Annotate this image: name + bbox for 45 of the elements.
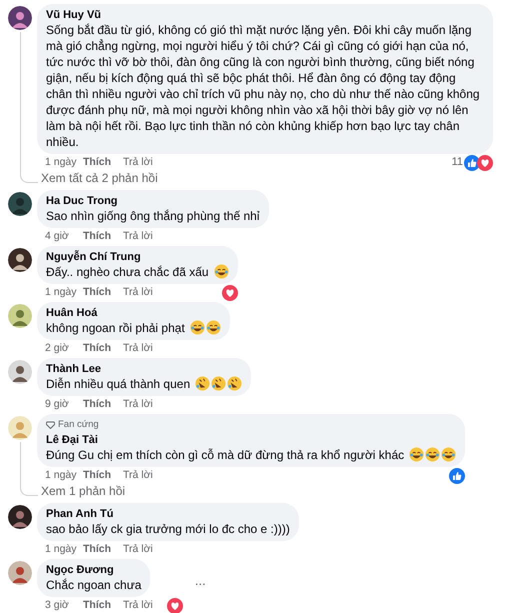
like-link[interactable]: Thích — [83, 284, 123, 300]
reply-link[interactable]: Trả lời — [123, 542, 153, 558]
like-link[interactable]: Thích — [83, 340, 123, 356]
comment-text: sao bảo lấy ck gia trưởng mới lo đc cho e :)))) — [46, 522, 290, 536]
reply-link[interactable]: Trả lời — [123, 598, 153, 613]
comment-text: không ngoan rồi phải phạt — [46, 321, 185, 335]
comment-time[interactable]: 1 ngày — [45, 468, 83, 484]
comment-text: Diễn nhiều quá thành quen — [46, 377, 190, 391]
reply-link[interactable]: Trả lời — [123, 340, 153, 356]
comment-time[interactable]: 1 ngày — [45, 542, 83, 558]
comment-text: Đúng Gu chị em thích còn gì cỗ mà dữ đừng thả ra khổ người khác — [46, 448, 404, 462]
commenter-name[interactable]: Lê Đại Tài — [46, 433, 98, 448]
reply-link[interactable]: Trả lời — [123, 468, 153, 484]
reaction-count[interactable]: 11 — [452, 154, 463, 171]
like-link[interactable]: Thích — [83, 396, 123, 412]
commenter-name[interactable]: Ngọc Đương — [46, 563, 114, 578]
fan-label: Fan cứng — [58, 418, 99, 432]
commenter-name[interactable]: Nguyễn Chí Trung — [46, 250, 141, 264]
commenter-name[interactable]: Phan Anh Tú — [46, 507, 114, 522]
like-link[interactable]: Thích — [83, 598, 123, 613]
like-link[interactable]: Thích — [83, 542, 123, 558]
comment-text: Sống bắt đầu từ gió, không có gió thì mặt nước lặng yên. Đôi khi cây muốn lặng mà gió chẳng ngừng, mọi người hiểu ý tôi chứ? Cái gì cũng có giới hạn của nó, tức nước thì vỡ bờ thôi, đàn ông cũng là con người bình thường, cũng biết nóng giận, nếu bị kích động quá thì sẽ bộc phát thôi. Hể đàn ông có động tay động chân thì nhiều người vào chỉ trích vũ phu này nọ, cho dù như thế nào cũng không được đánh phụ nữ, mà mọi người không nhìn vào xã hội thời bây giờ vợ nó lên làm bà nội hết rồi. Bạo lực tinh thần nó còn khủng khiếp hơn bạo lực tay chân nhiều. — [46, 23, 480, 149]
comment-time[interactable]: 4 giờ — [45, 228, 83, 244]
comment-time[interactable]: 1 ngày — [45, 154, 83, 170]
reply-link[interactable]: Trả lời — [123, 284, 153, 300]
comment-time[interactable]: 1 ngày — [45, 284, 83, 300]
comment-text: Sao nhìn giống ông thắng phùng thế nhỉ — [46, 209, 260, 223]
comment-time[interactable]: 2 giờ — [45, 340, 83, 356]
reply-link[interactable]: Trả lời — [123, 228, 153, 244]
like-link[interactable]: Thích — [83, 468, 123, 484]
more-options[interactable]: ... — [194, 571, 206, 591]
view-replies-link[interactable]: Xem tất cả 2 phản hồi — [41, 170, 158, 186]
comment-text: Chắc ngoan chưa — [46, 578, 142, 592]
commenter-name[interactable]: Huân Hoá — [46, 306, 98, 320]
reply-link[interactable]: Trả lời — [123, 154, 153, 170]
comment-time[interactable]: 3 giờ — [45, 598, 83, 613]
view-replies-link[interactable]: Xem 1 phản hồi — [41, 483, 126, 500]
like-link[interactable]: Thích — [83, 228, 123, 244]
like-link[interactable]: Thích — [83, 154, 123, 170]
reply-link[interactable]: Trả lời — [123, 396, 153, 412]
comment-time[interactable]: 9 giờ — [45, 396, 83, 412]
commenter-name[interactable]: Ha Duc Trong — [46, 194, 118, 208]
commenter-name[interactable]: Vũ Huy Vũ — [46, 8, 102, 22]
commenter-name[interactable]: Thành Lee — [46, 362, 102, 376]
comment-text: Đấy.. nghèo chưa chắc đã xấu — [46, 265, 209, 279]
